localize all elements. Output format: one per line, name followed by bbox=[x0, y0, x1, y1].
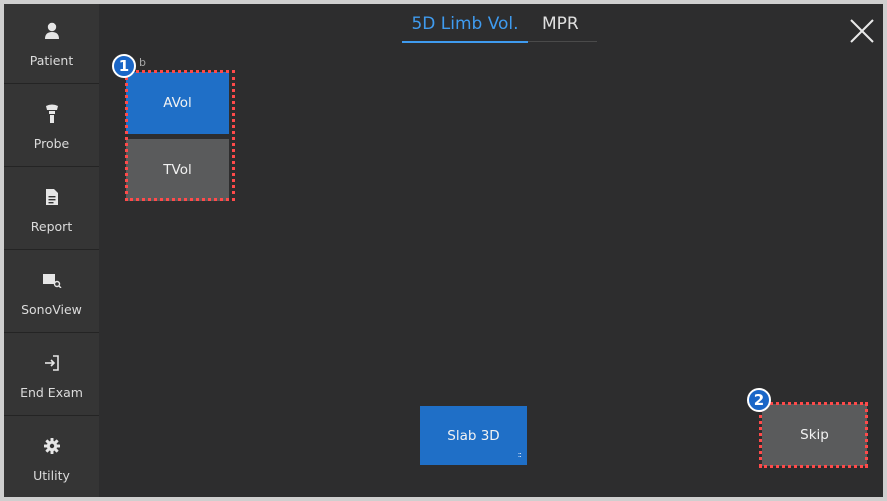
tab-bar: 5D Limb Vol. MPR bbox=[402, 12, 597, 43]
sidebar-item-label: SonoView bbox=[21, 302, 82, 317]
gear-icon bbox=[4, 437, 99, 455]
sidebar-item-label: Probe bbox=[33, 136, 70, 151]
sidebar-item-report[interactable]: Report bbox=[4, 170, 99, 250]
sidebar-item-label: End Exam bbox=[20, 385, 83, 400]
sidebar-item-label: Patient bbox=[29, 53, 74, 68]
tab-5d-limb-vol[interactable]: 5D Limb Vol. bbox=[402, 14, 528, 43]
tab-mpr[interactable]: MPR bbox=[542, 14, 579, 34]
slab-3d-button[interactable]: Slab 3D :: bbox=[420, 406, 527, 465]
sidebar-item-patient[interactable]: Patient bbox=[4, 4, 99, 84]
document-icon bbox=[4, 188, 99, 206]
person-icon bbox=[4, 22, 99, 40]
sidebar-item-end-exam[interactable]: End Exam bbox=[4, 336, 99, 416]
image-search-icon bbox=[4, 271, 99, 289]
close-icon[interactable] bbox=[849, 18, 875, 44]
highlight-box-2 bbox=[759, 402, 868, 468]
sidebar: Patient Probe Report SonoView End Exam U… bbox=[4, 4, 99, 497]
step-badge-2: 2 bbox=[747, 388, 771, 412]
exit-icon bbox=[4, 354, 99, 372]
sidebar-item-probe[interactable]: Probe bbox=[4, 87, 99, 167]
main-panel: 5D Limb Vol. MPR b AVol TVol 1 Slab 3D :… bbox=[99, 4, 883, 497]
section-label: b bbox=[139, 56, 146, 69]
sidebar-item-utility[interactable]: Utility bbox=[4, 419, 99, 499]
grid-dots-icon: :: bbox=[517, 450, 523, 459]
slab-3d-label: Slab 3D bbox=[447, 427, 500, 444]
sidebar-item-sonoview[interactable]: SonoView bbox=[4, 253, 99, 333]
highlight-box-1 bbox=[125, 70, 235, 201]
sidebar-item-label: Report bbox=[30, 219, 73, 234]
sidebar-item-label: Utility bbox=[33, 468, 70, 483]
step-badge-1: 1 bbox=[112, 54, 136, 78]
probe-icon bbox=[4, 104, 99, 123]
